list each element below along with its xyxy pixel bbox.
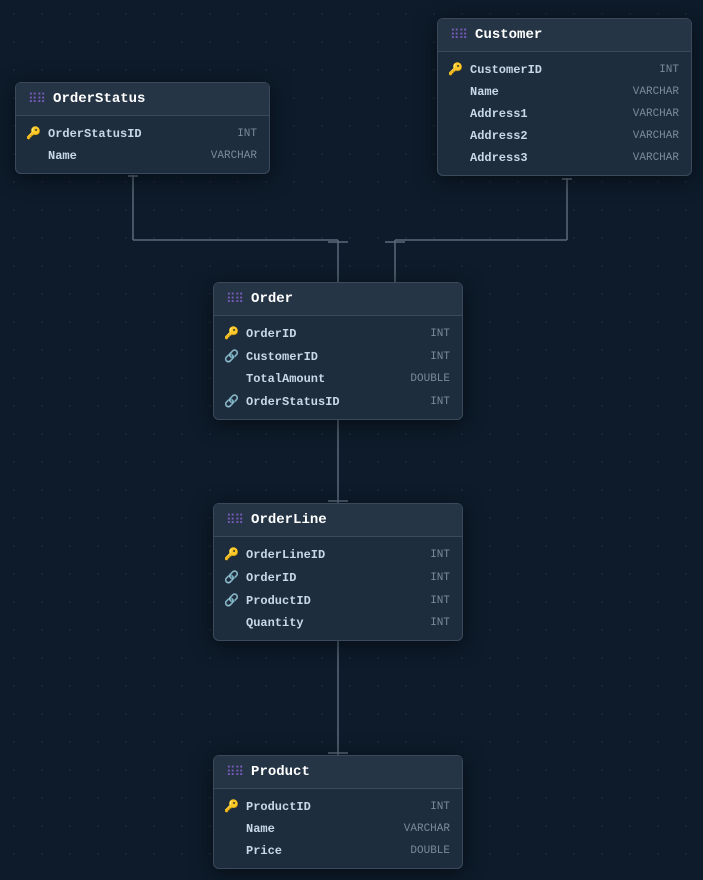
field-productid: 🔑 ProductID INT bbox=[214, 795, 462, 818]
key-icon: 🔑 bbox=[26, 126, 42, 141]
table-order[interactable]: ⠿⠿ Order 🔑 OrderID INT 🔗 CustomerID INT … bbox=[213, 282, 463, 420]
table-orderline-body: 🔑 OrderLineID INT 🔗 OrderID INT 🔗 Produc… bbox=[214, 537, 462, 640]
table-orderstatus-header: ⠿⠿ OrderStatus bbox=[16, 83, 269, 116]
diagram-canvas: ⠿⠿ OrderStatus 🔑 OrderStatusID INT Name … bbox=[0, 0, 703, 880]
field-name: Name VARCHAR bbox=[214, 818, 462, 840]
field-address1: Address1 VARCHAR bbox=[438, 103, 691, 125]
key-icon: 🔑 bbox=[224, 547, 240, 562]
field-orderid: 🔗 OrderID INT bbox=[214, 566, 462, 589]
link-icon: 🔗 bbox=[224, 349, 240, 364]
table-orderline[interactable]: ⠿⠿ OrderLine 🔑 OrderLineID INT 🔗 OrderID… bbox=[213, 503, 463, 641]
key-icon: 🔑 bbox=[224, 799, 240, 814]
field-customerid: 🔗 CustomerID INT bbox=[214, 345, 462, 368]
table-product-header: ⠿⠿ Product bbox=[214, 756, 462, 789]
table-orderstatus[interactable]: ⠿⠿ OrderStatus 🔑 OrderStatusID INT Name … bbox=[15, 82, 270, 174]
table-product[interactable]: ⠿⠿ Product 🔑 ProductID INT Name VARCHAR … bbox=[213, 755, 463, 869]
link-icon: 🔗 bbox=[224, 394, 240, 409]
table-customer[interactable]: ⠿⠿ Customer 🔑 CustomerID INT Name VARCHA… bbox=[437, 18, 692, 176]
drag-icon: ⠿⠿ bbox=[450, 28, 467, 43]
table-product-name: Product bbox=[251, 764, 310, 780]
field-address2: Address2 VARCHAR bbox=[438, 125, 691, 147]
drag-icon: ⠿⠿ bbox=[226, 292, 243, 307]
field-quantity: Quantity INT bbox=[214, 612, 462, 634]
key-icon: 🔑 bbox=[448, 62, 464, 77]
link-icon: 🔗 bbox=[224, 570, 240, 585]
field-totalamount: TotalAmount DOUBLE bbox=[214, 368, 462, 390]
field-name: Name VARCHAR bbox=[16, 145, 269, 167]
drag-icon: ⠿⠿ bbox=[28, 92, 45, 107]
table-order-header: ⠿⠿ Order bbox=[214, 283, 462, 316]
field-address3: Address3 VARCHAR bbox=[438, 147, 691, 169]
field-orderstatusid: 🔑 OrderStatusID INT bbox=[16, 122, 269, 145]
key-icon: 🔑 bbox=[224, 326, 240, 341]
field-orderlineid: 🔑 OrderLineID INT bbox=[214, 543, 462, 566]
field-name: Name VARCHAR bbox=[438, 81, 691, 103]
table-product-body: 🔑 ProductID INT Name VARCHAR Price DOUBL… bbox=[214, 789, 462, 868]
table-orderline-header: ⠿⠿ OrderLine bbox=[214, 504, 462, 537]
table-order-body: 🔑 OrderID INT 🔗 CustomerID INT TotalAmou… bbox=[214, 316, 462, 419]
table-orderline-name: OrderLine bbox=[251, 512, 327, 528]
table-customer-body: 🔑 CustomerID INT Name VARCHAR Address1 V… bbox=[438, 52, 691, 175]
field-customerid: 🔑 CustomerID INT bbox=[438, 58, 691, 81]
field-productid: 🔗 ProductID INT bbox=[214, 589, 462, 612]
field-price: Price DOUBLE bbox=[214, 840, 462, 862]
table-orderstatus-body: 🔑 OrderStatusID INT Name VARCHAR bbox=[16, 116, 269, 173]
table-orderstatus-name: OrderStatus bbox=[53, 91, 145, 107]
link-icon: 🔗 bbox=[224, 593, 240, 608]
table-customer-header: ⠿⠿ Customer bbox=[438, 19, 691, 52]
drag-icon: ⠿⠿ bbox=[226, 513, 243, 528]
field-orderid: 🔑 OrderID INT bbox=[214, 322, 462, 345]
table-customer-name: Customer bbox=[475, 27, 542, 43]
table-order-name: Order bbox=[251, 291, 293, 307]
drag-icon: ⠿⠿ bbox=[226, 765, 243, 780]
field-orderstatusid: 🔗 OrderStatusID INT bbox=[214, 390, 462, 413]
